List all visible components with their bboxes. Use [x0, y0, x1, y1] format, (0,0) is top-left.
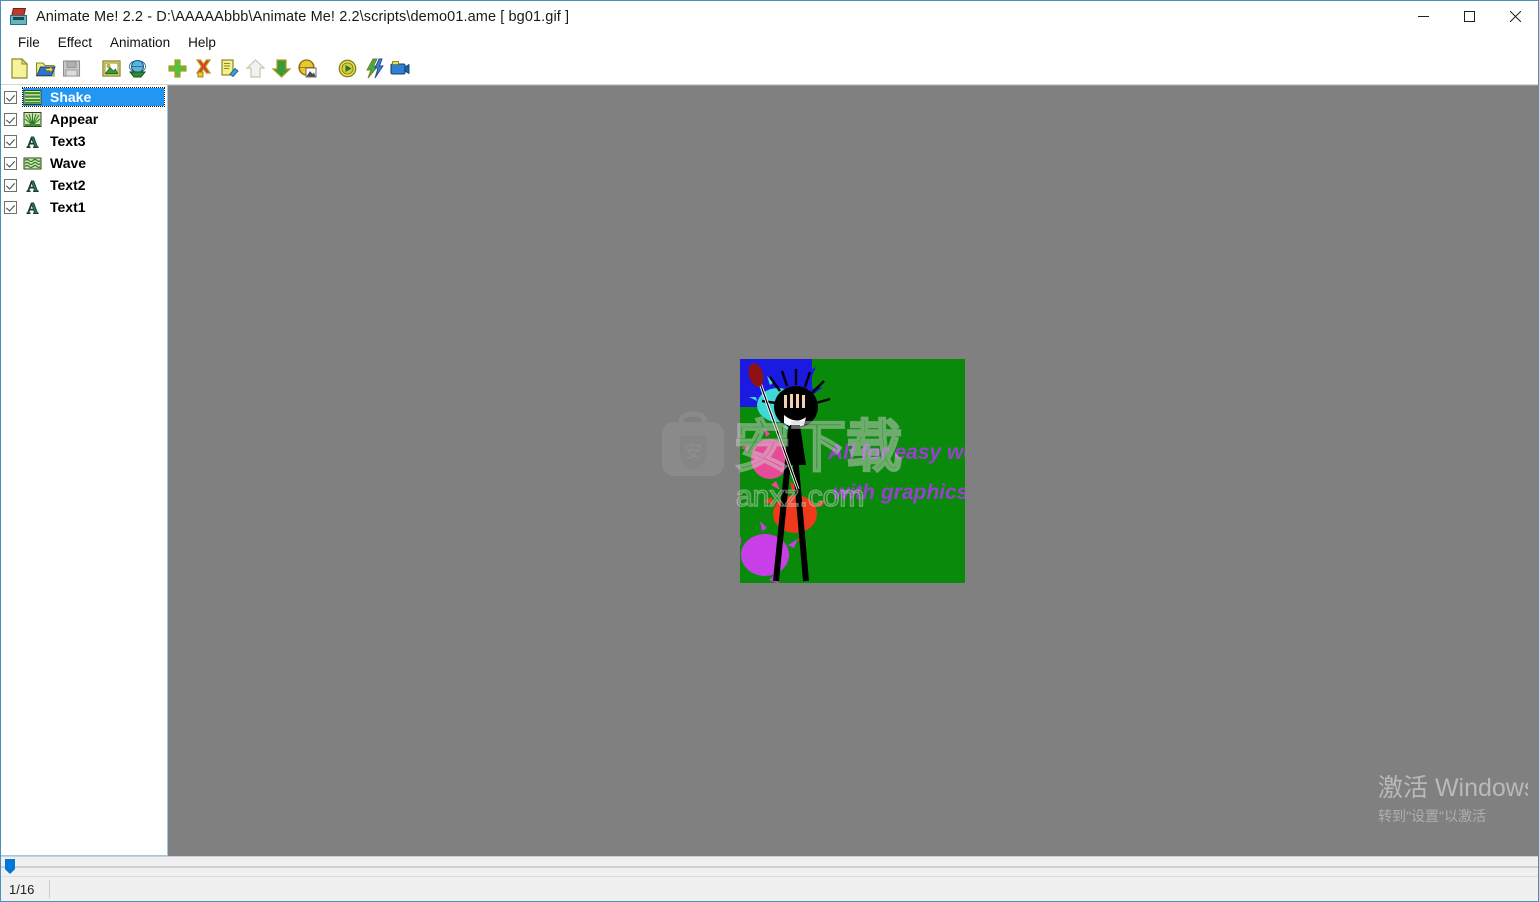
- toolbar-separator: [84, 56, 98, 82]
- workspace-area[interactable]: All for easy work with graphics! 安 安下载 a…: [168, 85, 1538, 856]
- effect-layer-list[interactable]: Shake Appear A Text3 Wave A Text2 A Text…: [1, 85, 168, 856]
- new-page-icon: [10, 58, 28, 79]
- frame-slider-track[interactable]: [1, 866, 1538, 868]
- menu-help[interactable]: Help: [179, 34, 225, 52]
- arrow-up-icon: [244, 59, 266, 78]
- edit-pencil-icon: [220, 59, 239, 78]
- menu-bar: File Effect Animation Help: [1, 32, 1538, 53]
- wave-icon: [23, 157, 42, 169]
- frame-slider-thumb[interactable]: [5, 859, 15, 874]
- new-document-button[interactable]: [6, 56, 32, 82]
- move-up-button[interactable]: [242, 56, 268, 82]
- activation-subtitle: 转到"设置"以激活: [1378, 808, 1486, 824]
- application-window: Animate Me! 2.2 - D:\AAAAAbbb\Animate Me…: [0, 0, 1539, 902]
- floppy-disk-icon: [62, 60, 80, 77]
- layer-visible-checkbox[interactable]: [4, 178, 17, 192]
- red-cross-icon: [195, 59, 211, 78]
- menu-file[interactable]: File: [9, 34, 49, 52]
- sunburst-icon: [23, 111, 42, 127]
- layer-row[interactable]: Shake: [1, 86, 167, 108]
- open-file-button[interactable]: [32, 56, 58, 82]
- svg-text:安: 安: [684, 442, 702, 463]
- layer-label: Text2: [50, 176, 86, 193]
- menu-animation[interactable]: Animation: [101, 34, 179, 52]
- site-watermark-logo: 安: [662, 411, 724, 476]
- layer-visible-checkbox[interactable]: [4, 112, 17, 126]
- layer-visible-checkbox[interactable]: [4, 134, 17, 148]
- main-body: Shake Appear A Text3 Wave A Text2 A Text…: [1, 85, 1538, 856]
- canvas-text-line-1: All for easy work: [827, 441, 965, 464]
- export-image-button[interactable]: [124, 56, 150, 82]
- edit-effect-button[interactable]: [216, 56, 242, 82]
- green-plus-icon: [167, 59, 187, 78]
- canvas-text-line-2: with graphics!: [833, 481, 965, 504]
- maximize-button[interactable]: [1446, 1, 1492, 32]
- layer-visible-checkbox[interactable]: [4, 156, 17, 170]
- windows-activation-watermark: 激活 Windows 转到"设置"以激活: [1378, 775, 1528, 827]
- layer-row[interactable]: Appear: [1, 108, 167, 130]
- window-controls: [1400, 1, 1538, 32]
- layer-visible-checkbox[interactable]: [4, 200, 17, 214]
- effect-properties-button[interactable]: [294, 56, 320, 82]
- layer-label: Text1: [50, 198, 86, 215]
- layer-visible-checkbox[interactable]: [4, 90, 17, 104]
- status-divider: [49, 880, 50, 898]
- move-down-button[interactable]: [268, 56, 294, 82]
- svg-text:A: A: [27, 178, 39, 194]
- open-image-button[interactable]: [98, 56, 124, 82]
- add-effect-button[interactable]: [164, 56, 190, 82]
- layer-label: Shake: [50, 88, 92, 105]
- frame-counter: 1/16: [9, 881, 35, 897]
- play-smiley-icon: [338, 59, 356, 78]
- animation-preview-canvas[interactable]: All for easy work with graphics!: [740, 359, 965, 583]
- title-bar: Animate Me! 2.2 - D:\AAAAAbbb\Animate Me…: [1, 1, 1538, 32]
- download-globe-icon: [128, 59, 146, 78]
- layer-row[interactable]: A Text1: [1, 196, 167, 218]
- menu-effect[interactable]: Effect: [49, 34, 101, 52]
- layer-label: Appear: [50, 110, 99, 127]
- stripes-icon: [23, 89, 42, 105]
- animate-me-app-icon: [10, 7, 28, 26]
- layer-label: Text3: [50, 132, 86, 149]
- layer-label: Wave: [50, 154, 87, 171]
- close-button[interactable]: [1492, 1, 1538, 32]
- layer-row[interactable]: Wave: [1, 152, 167, 174]
- window-title: Animate Me! 2.2 - D:\AAAAAbbb\Animate Me…: [36, 8, 570, 25]
- fast-render-button[interactable]: [360, 56, 386, 82]
- preview-artwork: All for easy work with graphics!: [740, 359, 965, 583]
- save-file-button[interactable]: [58, 56, 84, 82]
- frame-slider[interactable]: [1, 856, 1538, 876]
- lightning-icon: [365, 58, 384, 79]
- globe-image-icon: [297, 59, 316, 78]
- layer-selection-highlight: Shake: [22, 87, 165, 107]
- svg-text:A: A: [27, 134, 39, 150]
- letter-a-icon: A: [26, 178, 39, 194]
- layer-row[interactable]: A Text3: [1, 130, 167, 152]
- preview-animation-button[interactable]: [334, 56, 360, 82]
- svg-text:A: A: [27, 200, 39, 216]
- picture-icon: [101, 60, 121, 77]
- camera-icon: [389, 61, 409, 75]
- arrow-down-icon: [270, 59, 292, 78]
- letter-a-icon: A: [26, 134, 39, 150]
- letter-a-icon: A: [26, 200, 39, 216]
- toolbar-separator: [320, 56, 334, 82]
- status-bar: 1/16: [1, 876, 1538, 901]
- layer-row[interactable]: A Text2: [1, 174, 167, 196]
- open-folder-icon: [35, 62, 56, 77]
- delete-effect-button[interactable]: [190, 56, 216, 82]
- toolbar: [1, 53, 1538, 85]
- activation-title: 激活 Windows: [1378, 774, 1528, 802]
- toolbar-separator: [150, 56, 164, 82]
- capture-video-button[interactable]: [386, 56, 412, 82]
- minimize-button[interactable]: [1400, 1, 1446, 32]
